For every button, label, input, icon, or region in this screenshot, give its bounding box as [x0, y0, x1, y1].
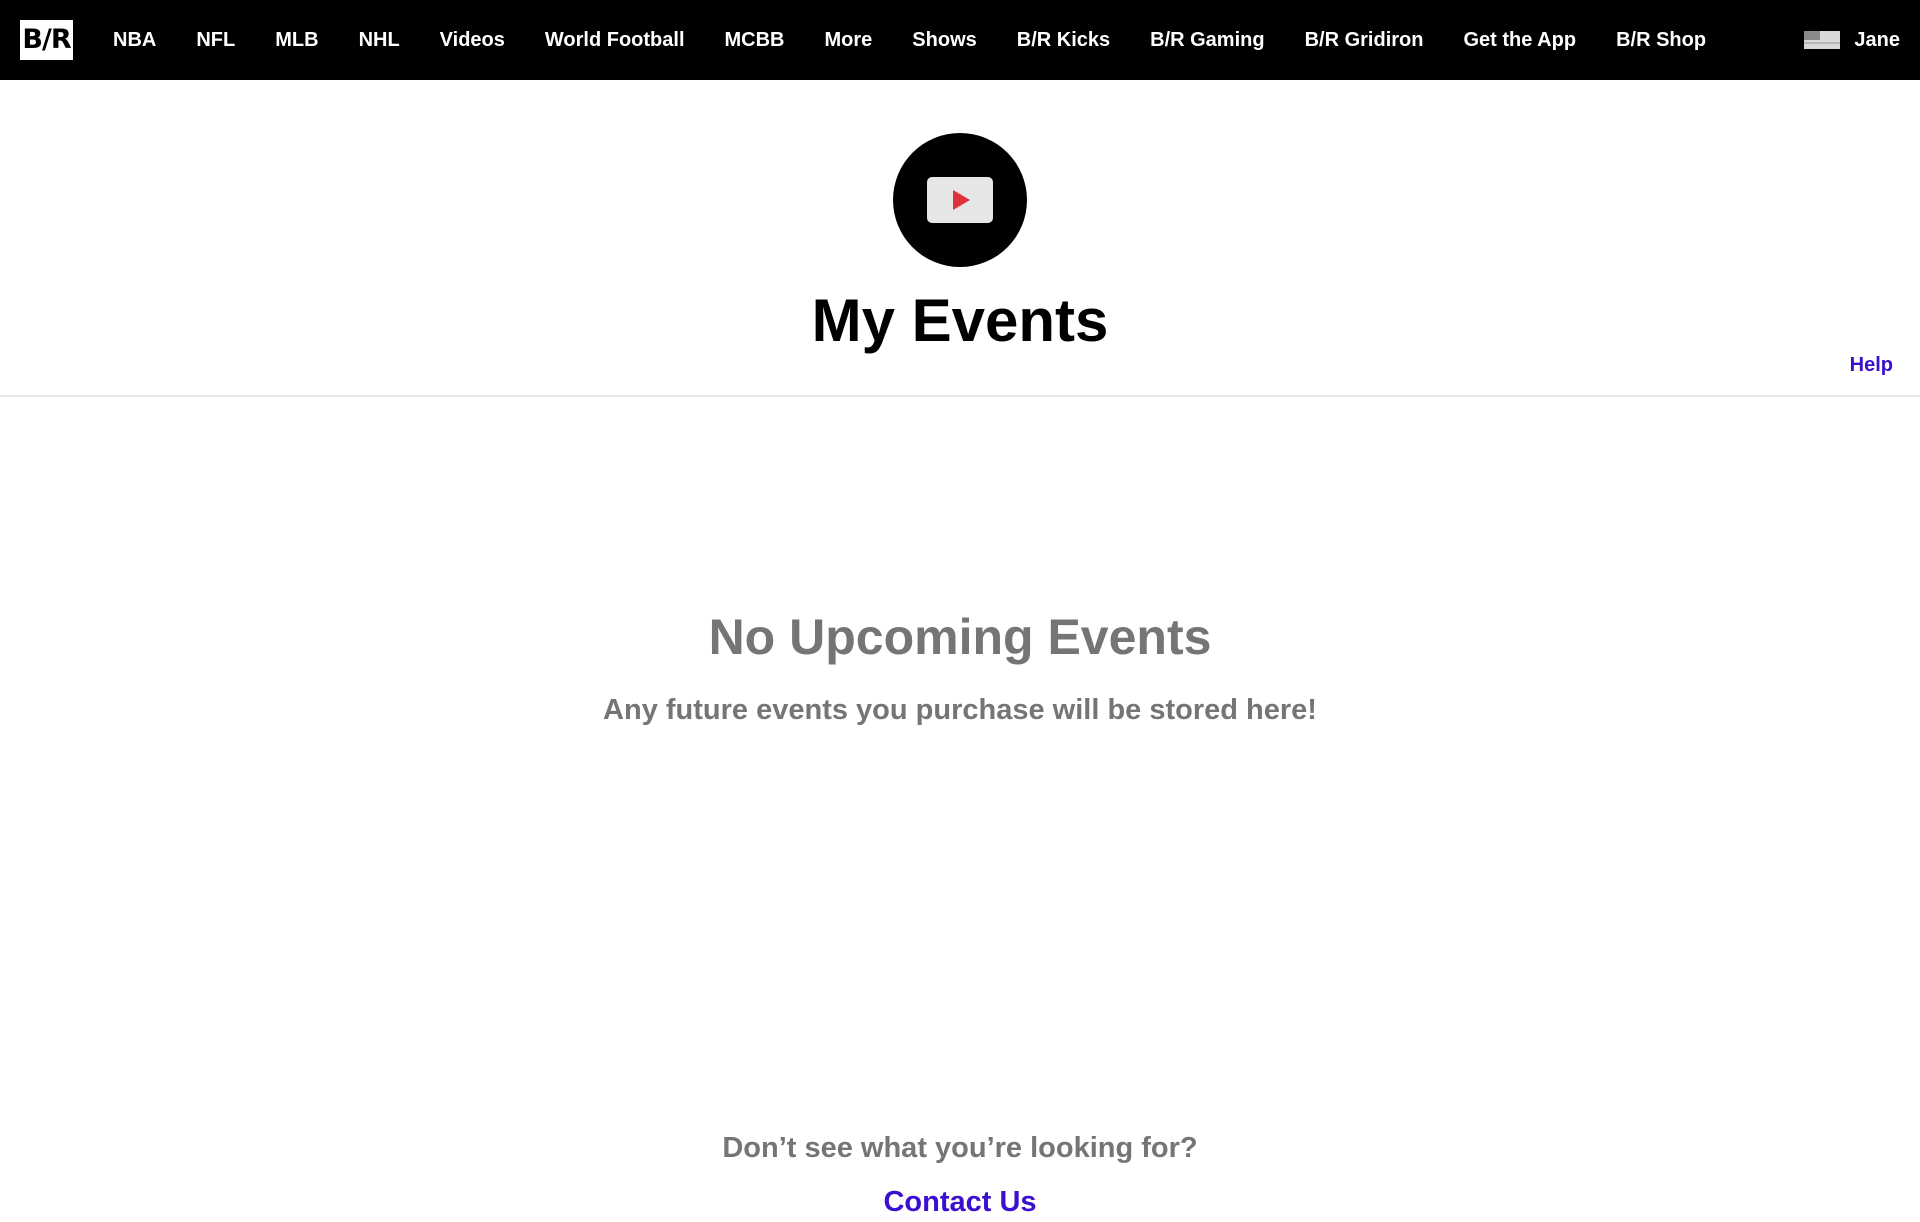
empty-state-title: No Upcoming Events: [708, 609, 1212, 665]
nav-item-mcbb[interactable]: MCBB: [725, 29, 785, 52]
footer-prompt: Don’t see what you’re looking for?: [722, 1132, 1198, 1164]
play-triangle-icon: [953, 190, 970, 210]
us-flag-icon: [1804, 31, 1841, 49]
nav-menu: NBA NFL MLB NHL Videos World Football MC…: [113, 0, 1746, 80]
nav-item-nhl[interactable]: NHL: [359, 29, 400, 52]
nav-item-shows[interactable]: Shows: [912, 29, 976, 52]
help-link[interactable]: Help: [1850, 354, 1893, 377]
page-header: My Events Help: [0, 80, 1920, 397]
nav-item-br-gaming[interactable]: B/R Gaming: [1150, 29, 1264, 52]
nav-item-br-gridiron[interactable]: B/R Gridiron: [1305, 29, 1424, 52]
video-screen-shape: [927, 177, 993, 223]
nav-item-nba[interactable]: NBA: [113, 29, 156, 52]
nav-item-mlb[interactable]: MLB: [275, 29, 318, 52]
nav-item-br-shop[interactable]: B/R Shop: [1616, 29, 1706, 52]
user-name[interactable]: Jane: [1854, 29, 1900, 52]
nav-item-world-football[interactable]: World Football: [545, 29, 685, 52]
nav-item-videos[interactable]: Videos: [440, 29, 505, 52]
user-account-menu[interactable]: Jane: [1804, 0, 1900, 80]
empty-state-subtitle: Any future events you purchase will be s…: [603, 694, 1317, 726]
nav-item-nfl[interactable]: NFL: [196, 29, 235, 52]
nav-item-br-kicks[interactable]: B/R Kicks: [1017, 29, 1110, 52]
top-navigation-bar: B/R NBA NFL MLB NHL Videos World Footbal…: [0, 0, 1920, 80]
page-title: My Events: [811, 287, 1109, 354]
contact-us-link[interactable]: Contact Us: [0, 1182, 1920, 1222]
nav-item-more[interactable]: More: [825, 29, 873, 52]
video-play-icon: [893, 133, 1027, 267]
nav-item-get-the-app[interactable]: Get the App: [1463, 29, 1576, 52]
br-logo[interactable]: B/R: [20, 20, 73, 60]
